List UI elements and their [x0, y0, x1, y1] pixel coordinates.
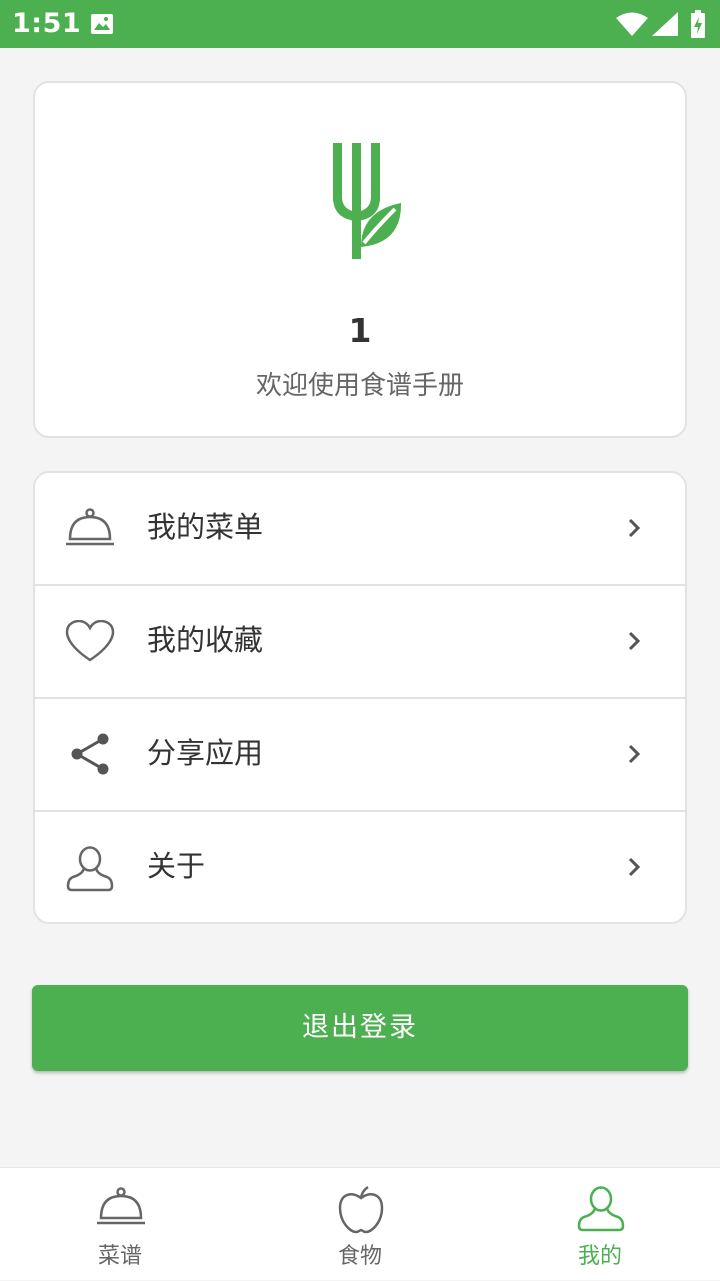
username: 1: [348, 311, 372, 350]
share-icon: [65, 733, 115, 781]
menu-item-share[interactable]: 分享应用: [35, 699, 685, 812]
menu-item-my-menu[interactable]: 我的菜单: [35, 473, 685, 586]
tab-mine[interactable]: 我的: [480, 1168, 720, 1281]
tab-label: 食物: [337, 1244, 382, 1269]
logout-button[interactable]: 退出登录: [32, 985, 688, 1071]
battery-icon: [690, 10, 706, 42]
status-time: 1:51: [12, 8, 82, 39]
menu-item-label: 分享应用: [147, 736, 264, 770]
profile-card: 1 欢迎使用食谱手册: [33, 81, 687, 438]
image-icon: [90, 12, 114, 40]
apple-icon: [336, 1185, 386, 1238]
menu-item-label: 我的菜单: [147, 510, 264, 544]
cloche-icon: [96, 1186, 146, 1234]
wifi-icon: [616, 12, 648, 40]
menu-item-favorites[interactable]: 我的收藏: [35, 586, 685, 699]
chevron-right-icon: [627, 743, 641, 769]
heart-icon: [65, 619, 115, 668]
tab-label: 我的: [577, 1244, 622, 1269]
menu-item-label: 关于: [147, 849, 206, 883]
cloche-icon: [65, 507, 115, 555]
tab-recipes[interactable]: 菜谱: [0, 1168, 240, 1281]
menu-item-about[interactable]: 关于: [35, 812, 685, 922]
status-bar: 1:51: [0, 0, 720, 48]
tab-label: 菜谱: [97, 1244, 142, 1269]
welcome-text: 欢迎使用食谱手册: [255, 371, 464, 401]
chevron-right-icon: [627, 517, 641, 543]
menu-card: 我的菜单 我的收藏 分享应用 关于: [33, 471, 687, 924]
menu-item-label: 我的收藏: [147, 623, 264, 657]
bottom-nav: 菜谱 食物 我的: [0, 1167, 720, 1280]
signal-icon: [652, 12, 678, 40]
tab-food[interactable]: 食物: [240, 1168, 480, 1281]
person-icon: [576, 1186, 626, 1236]
person-icon: [65, 846, 115, 896]
chevron-right-icon: [627, 856, 641, 882]
chevron-right-icon: [627, 630, 641, 656]
fork-leaf-logo: [331, 143, 403, 267]
